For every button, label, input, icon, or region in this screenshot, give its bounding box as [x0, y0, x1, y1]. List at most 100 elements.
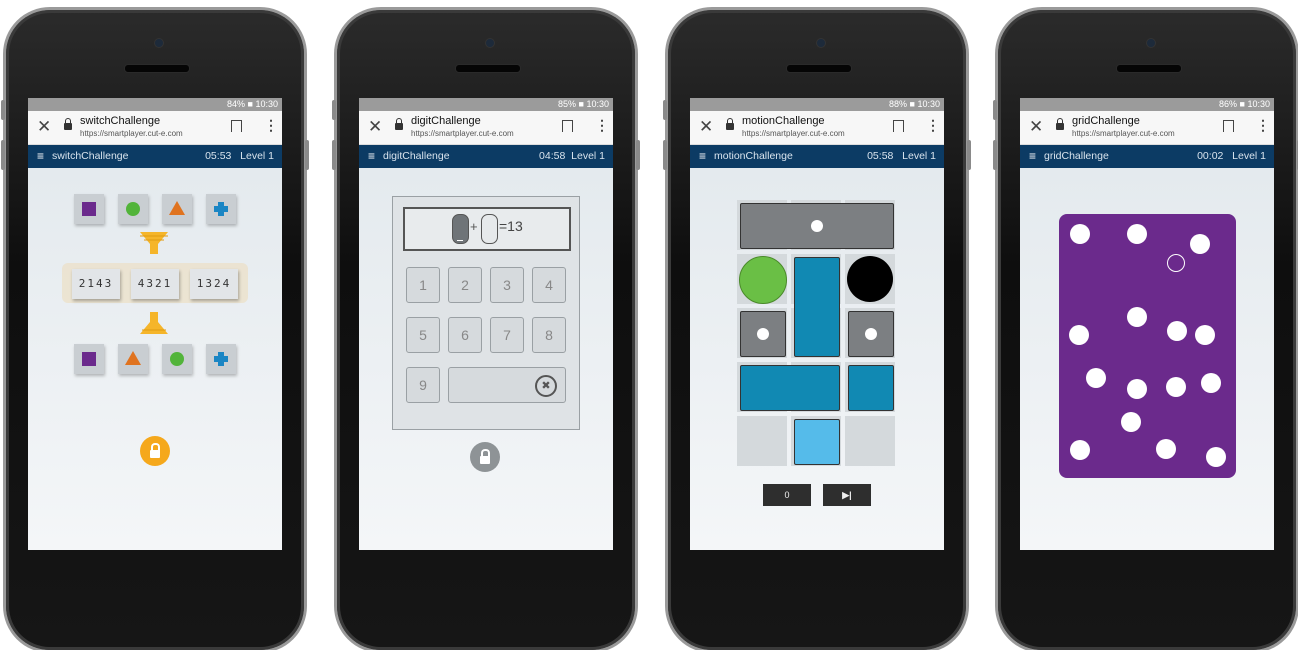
blue-vertical-block[interactable]: [794, 257, 840, 357]
light-blue-square-block[interactable]: [794, 419, 840, 465]
board-dot[interactable]: [1195, 325, 1215, 345]
grid-cell: [737, 416, 787, 466]
bookmark-icon[interactable]: [562, 120, 573, 132]
status-bar: 88% ■ 10:30: [690, 98, 944, 111]
digit-challenge-board: + =13 1 2 3 4 5 6 7 8 9 ✖: [359, 168, 613, 550]
key-2[interactable]: 2: [448, 267, 482, 303]
key-5[interactable]: 5: [406, 317, 440, 353]
level-label: Level 1: [1232, 150, 1266, 162]
volume-button: [663, 100, 667, 120]
key-7[interactable]: 7: [490, 317, 524, 353]
shape-tile-circle: [162, 344, 192, 374]
key-3[interactable]: 3: [490, 267, 524, 303]
bookmark-icon[interactable]: [1223, 120, 1234, 132]
challenge-name: switchChallenge: [52, 150, 129, 162]
hamburger-menu-icon[interactable]: ≡: [1029, 145, 1036, 168]
skip-button[interactable]: ▶|: [823, 484, 871, 506]
screen: 85% ■ 10:30 ✕ digitChallenge https://sma…: [359, 98, 613, 550]
board-dot[interactable]: [1127, 379, 1147, 399]
phone-digit-challenge: 85% ■ 10:30 ✕ digitChallenge https://sma…: [332, 10, 640, 650]
funnel-up-icon: [140, 312, 168, 334]
volume-button: [663, 140, 667, 170]
timer-level: 05:58 Level 1: [867, 145, 936, 168]
shape-tile-plus: [206, 194, 236, 224]
board-dot[interactable]: [1127, 224, 1147, 244]
submit-lock-button[interactable]: [470, 442, 500, 472]
level-label: Level 1: [902, 150, 936, 162]
motion-challenge-board: 0 ▶|: [690, 168, 944, 550]
key-6[interactable]: 6: [448, 317, 482, 353]
overflow-menu-icon[interactable]: ⋮: [926, 118, 940, 132]
board-dot[interactable]: [1127, 307, 1147, 327]
hamburger-menu-icon[interactable]: ≡: [699, 145, 706, 168]
page-url[interactable]: https://smartplayer.cut-e.com: [742, 129, 845, 138]
volume-button: [1, 140, 5, 170]
volume-button: [332, 140, 336, 170]
key-8[interactable]: 8: [532, 317, 566, 353]
board-dot[interactable]: [1070, 224, 1090, 244]
board-dot[interactable]: [1206, 447, 1226, 467]
digit-slot[interactable]: [481, 214, 498, 244]
screen: 86% ■ 10:30 ✕ gridChallenge https://smar…: [1020, 98, 1274, 550]
square-shape: [82, 202, 96, 216]
blue-square-block[interactable]: [848, 365, 894, 411]
browser-url-bar: ✕ gridChallenge https://smartplayer.cut-…: [1020, 111, 1274, 145]
triangle-shape: [125, 351, 141, 365]
close-icon[interactable]: ✕: [368, 117, 382, 137]
key-9[interactable]: 9: [406, 367, 440, 403]
close-icon[interactable]: ✕: [37, 117, 51, 137]
level-label: Level 1: [240, 150, 274, 162]
overflow-menu-icon[interactable]: ⋮: [1256, 118, 1270, 132]
plus-shape: [214, 352, 228, 366]
close-icon[interactable]: ✕: [699, 117, 713, 137]
green-ball[interactable]: [739, 256, 787, 304]
board-dot[interactable]: [1201, 373, 1221, 393]
delete-key[interactable]: ✖: [448, 367, 566, 403]
page-tab-title: motionChallenge: [742, 115, 825, 127]
app-header: ≡ digitChallenge 04:58 Level 1: [359, 145, 613, 170]
earpiece-speaker: [1116, 64, 1182, 73]
key-1[interactable]: 1: [406, 267, 440, 303]
volume-button: [993, 140, 997, 170]
circle-shape: [126, 202, 140, 216]
board-dot[interactable]: [1069, 325, 1089, 345]
code-option[interactable]: 1324: [190, 269, 238, 299]
board-dot[interactable]: [1121, 412, 1141, 432]
lock-icon: [726, 118, 734, 130]
key-4[interactable]: 4: [532, 267, 566, 303]
timer: 00:02: [1197, 150, 1224, 162]
overflow-menu-icon[interactable]: ⋮: [264, 118, 278, 132]
code-option[interactable]: 4321: [131, 269, 179, 299]
gray-horizontal-block[interactable]: [740, 203, 894, 249]
lock-icon: [64, 118, 72, 130]
volume-button: [1, 100, 5, 120]
bookmark-icon[interactable]: [893, 120, 904, 132]
hamburger-menu-icon[interactable]: ≡: [37, 145, 44, 168]
front-camera: [816, 38, 826, 48]
gray-square-block[interactable]: [740, 311, 786, 357]
page-url[interactable]: https://smartplayer.cut-e.com: [80, 129, 183, 138]
board-dot[interactable]: [1190, 234, 1210, 254]
screen: 84% ■ 10:30 ✕ switchChallenge https://sm…: [28, 98, 282, 550]
code-option[interactable]: 2143: [72, 269, 120, 299]
puzzle-grid: [737, 200, 897, 466]
board-dot[interactable]: [1086, 368, 1106, 388]
board-dot[interactable]: [1167, 321, 1187, 341]
gray-square-block[interactable]: [848, 311, 894, 357]
app-header: ≡ gridChallenge 00:02 Level 1: [1020, 145, 1274, 168]
board-dot[interactable]: [1156, 439, 1176, 459]
overflow-menu-icon[interactable]: ⋮: [595, 118, 609, 132]
close-icon[interactable]: ✕: [1029, 117, 1043, 137]
bookmark-icon[interactable]: [231, 120, 242, 132]
page-url[interactable]: https://smartplayer.cut-e.com: [1072, 129, 1175, 138]
hamburger-menu-icon[interactable]: ≡: [368, 145, 375, 168]
lock-icon: [395, 118, 403, 130]
page-url[interactable]: https://smartplayer.cut-e.com: [411, 129, 514, 138]
board-dot[interactable]: [1070, 440, 1090, 460]
target-ring[interactable]: [1167, 254, 1185, 272]
submit-lock-button[interactable]: [140, 436, 170, 466]
page-tab-title: switchChallenge: [80, 115, 161, 127]
digit-slot-active[interactable]: [452, 214, 469, 244]
board-dot[interactable]: [1166, 377, 1186, 397]
blue-horizontal-block[interactable]: [740, 365, 840, 411]
